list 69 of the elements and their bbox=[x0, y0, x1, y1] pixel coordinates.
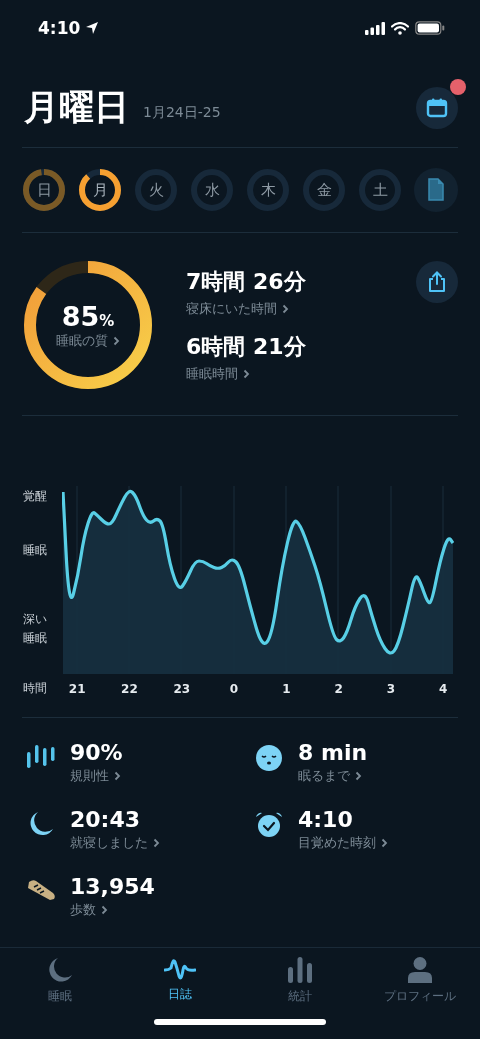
chevron-icon bbox=[355, 771, 362, 781]
day-ring[interactable]: 土 bbox=[358, 168, 402, 212]
chevron-icon bbox=[114, 771, 121, 781]
x-axis-title: 時間 bbox=[22, 680, 48, 697]
x-axis-label: 3 bbox=[386, 681, 396, 696]
chevron-icon bbox=[153, 838, 160, 848]
day-ring[interactable]: 水 bbox=[190, 168, 234, 212]
moon-icon bbox=[46, 956, 74, 984]
day-ring[interactable]: 月 bbox=[78, 168, 122, 212]
tab[interactable]: 統計 bbox=[240, 956, 360, 1005]
chevron-icon bbox=[381, 838, 388, 848]
x-axis-label: 22 bbox=[121, 681, 138, 696]
date-range: 1月24日-25 bbox=[143, 103, 221, 122]
metric-link[interactable]: 目覚めた時刻 bbox=[298, 834, 388, 852]
tab[interactable]: プロフィール bbox=[360, 956, 480, 1005]
document-icon bbox=[427, 178, 445, 202]
duration-value: 7時間 26分 bbox=[186, 268, 306, 296]
tab[interactable]: 日誌 bbox=[120, 956, 240, 1005]
duration-value: 6時間 21分 bbox=[186, 333, 306, 361]
metric-value: 90% bbox=[70, 740, 123, 765]
x-axis-label: 4 bbox=[439, 681, 448, 696]
wifi-icon bbox=[391, 21, 409, 35]
x-axis-label: 2 bbox=[334, 681, 343, 696]
share-icon bbox=[427, 271, 447, 293]
person-icon bbox=[407, 956, 433, 984]
status-time: 4:10 bbox=[38, 18, 81, 38]
chevron-icon bbox=[243, 369, 250, 379]
moon-icon bbox=[28, 811, 54, 837]
sleepy-face-icon bbox=[255, 744, 283, 772]
report-button[interactable] bbox=[414, 168, 458, 212]
alarm-clock-icon bbox=[255, 811, 283, 839]
x-axis-label: 23 bbox=[173, 681, 191, 696]
duration-link[interactable]: 睡眠時間 bbox=[186, 365, 306, 383]
day-ring[interactable]: 火 bbox=[134, 168, 178, 212]
chevron-icon bbox=[113, 335, 120, 346]
day-title: 月曜日 bbox=[24, 86, 129, 129]
x-axis-label: 1 bbox=[282, 681, 291, 696]
day-ring[interactable]: 日 bbox=[22, 168, 66, 212]
quality-value: 85% bbox=[61, 300, 115, 332]
tab[interactable]: 睡眠 bbox=[0, 956, 120, 1005]
bar-chart-icon bbox=[287, 956, 313, 984]
bars-icon bbox=[26, 744, 56, 770]
chevron-icon bbox=[101, 905, 108, 915]
x-axis-label: 21 bbox=[68, 681, 86, 696]
shoe-icon bbox=[26, 878, 56, 902]
location-arrow-icon bbox=[85, 21, 100, 35]
battery-icon bbox=[415, 21, 445, 35]
metric-value: 13,954 bbox=[70, 874, 155, 899]
x-axis-label: 0 bbox=[229, 681, 239, 696]
signal-icon bbox=[365, 21, 385, 35]
duration-link[interactable]: 寝床にいた時間 bbox=[186, 300, 306, 318]
chevron-icon bbox=[282, 304, 289, 314]
y-axis-label: 覚醒 bbox=[23, 488, 48, 505]
metric-link[interactable]: 歩数 bbox=[70, 901, 155, 919]
day-ring[interactable]: 木 bbox=[246, 168, 290, 212]
y-axis-label: 深い睡眠 bbox=[23, 611, 48, 647]
day-ring[interactable]: 金 bbox=[302, 168, 346, 212]
metric-link[interactable]: 就寝しました bbox=[70, 834, 160, 852]
metric-value: 4:10 bbox=[298, 807, 354, 832]
calendar-icon bbox=[426, 96, 448, 119]
metric-link[interactable]: 眠るまで bbox=[298, 767, 368, 785]
y-axis-label: 睡眠 bbox=[23, 542, 48, 559]
wave-icon bbox=[164, 956, 196, 982]
metric-link[interactable]: 規則性 bbox=[70, 767, 123, 785]
metric-value: 20:43 bbox=[70, 807, 142, 832]
quality-link[interactable]: 睡眠の質 bbox=[56, 331, 120, 350]
share-button[interactable] bbox=[416, 261, 458, 303]
calendar-button[interactable] bbox=[416, 86, 458, 129]
metric-value: 8 min bbox=[298, 740, 368, 765]
